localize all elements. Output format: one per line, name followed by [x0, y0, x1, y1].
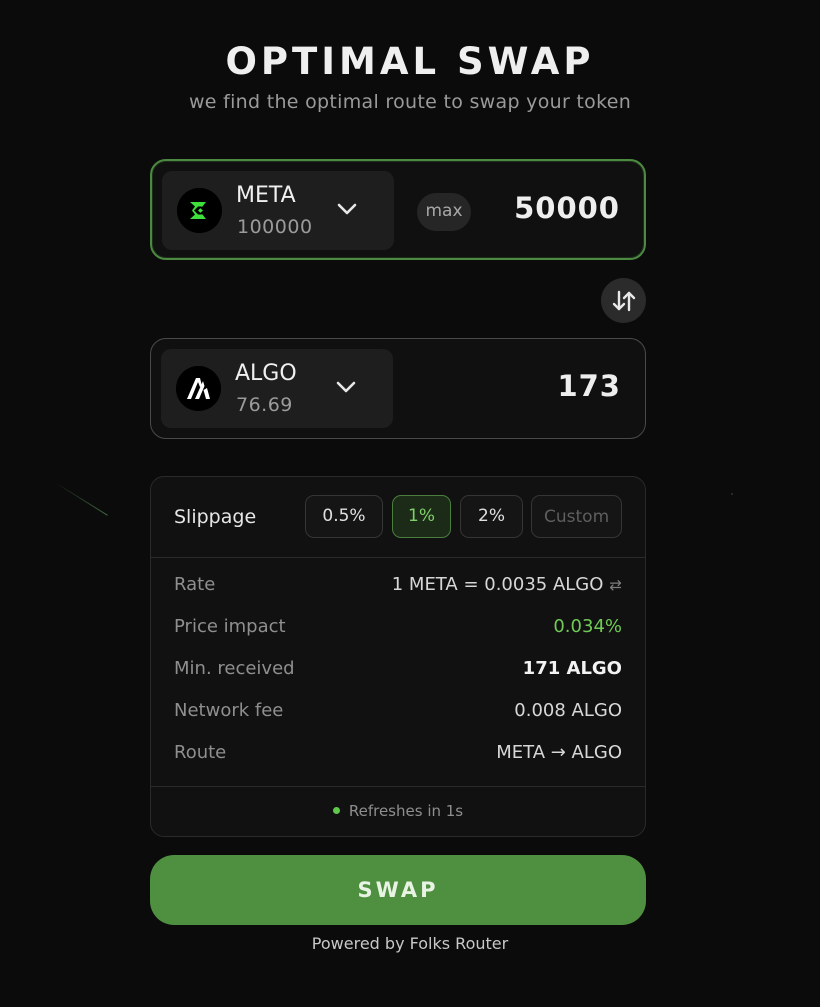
- invert-rate-icon[interactable]: ⇄: [609, 576, 622, 594]
- to-token-panel: ALGO 76.69 173: [150, 338, 646, 439]
- from-token-balance: 100000: [237, 216, 313, 238]
- rate-row: Rate 1 META = 0.0035 ALGO ⇄: [174, 574, 622, 604]
- refresh-row: Refreshes in 1s: [151, 786, 645, 837]
- background-dot: [731, 493, 733, 495]
- meta-logo-icon: [177, 188, 222, 233]
- price-impact-value: 0.034%: [553, 616, 622, 637]
- to-token-selector[interactable]: ALGO 76.69: [161, 349, 393, 428]
- slippage-option-2[interactable]: 2%: [460, 495, 523, 538]
- from-token-selector[interactable]: META 100000: [162, 171, 394, 250]
- max-button[interactable]: max: [417, 193, 471, 231]
- price-impact-row: Price impact 0.034%: [174, 616, 622, 646]
- refresh-status: Refreshes in 1s: [151, 802, 645, 820]
- slippage-option-1[interactable]: 1%: [392, 495, 451, 538]
- powered-by-footer: Powered by Folks Router: [311, 934, 509, 953]
- chevron-down-icon: [336, 381, 356, 393]
- network-fee-label: Network fee: [174, 700, 284, 721]
- algo-logo-icon: [176, 366, 221, 411]
- from-token-symbol: META: [236, 183, 296, 208]
- page-subtitle: we find the optimal route to swap your t…: [188, 91, 632, 113]
- route-row: Route META → ALGO: [174, 742, 622, 772]
- rate-value: 1 META = 0.0035 ALGO: [391, 574, 604, 595]
- route-label: Route: [174, 742, 227, 763]
- chevron-down-icon: [337, 203, 357, 215]
- slippage-option-0-5[interactable]: 0.5%: [305, 495, 383, 538]
- network-fee-row: Network fee 0.008 ALGO: [174, 700, 622, 730]
- slippage-row: Slippage 0.5% 1% 2%: [151, 477, 645, 558]
- network-fee-value: 0.008 ALGO: [514, 700, 622, 721]
- price-impact-label: Price impact: [174, 616, 286, 637]
- to-amount-output: 173: [557, 369, 621, 403]
- page-title: OPTIMAL SWAP: [225, 40, 595, 83]
- from-token-panel: META 100000 max 50000: [150, 159, 646, 260]
- background-streak: [54, 482, 108, 516]
- swap-page: OPTIMAL SWAP we find the optimal route t…: [0, 0, 820, 1007]
- refresh-text: Refreshes in 1s: [348, 802, 464, 820]
- from-amount-input[interactable]: 50000: [514, 191, 620, 225]
- to-token-symbol: ALGO: [235, 361, 297, 386]
- min-received-row: Min. received 171 ALGO: [174, 658, 622, 688]
- slippage-label: Slippage: [174, 506, 257, 528]
- to-token-balance: 76.69: [236, 394, 293, 416]
- live-status-dot: [332, 807, 340, 814]
- min-received-label: Min. received: [174, 658, 295, 679]
- slippage-custom-input[interactable]: [531, 495, 622, 538]
- route-value: META → ALGO: [496, 742, 622, 763]
- switch-direction-button[interactable]: [601, 278, 646, 323]
- swap-button[interactable]: SWAP: [150, 855, 646, 925]
- rate-value-wrap: 1 META = 0.0035 ALGO ⇄: [392, 574, 622, 595]
- min-received-value: 171 ALGO: [522, 658, 622, 679]
- rate-label: Rate: [174, 574, 216, 595]
- swap-arrows-icon: [612, 290, 636, 312]
- swap-details-card: Slippage 0.5% 1% 2% Rate 1 META = 0.0035…: [150, 476, 646, 837]
